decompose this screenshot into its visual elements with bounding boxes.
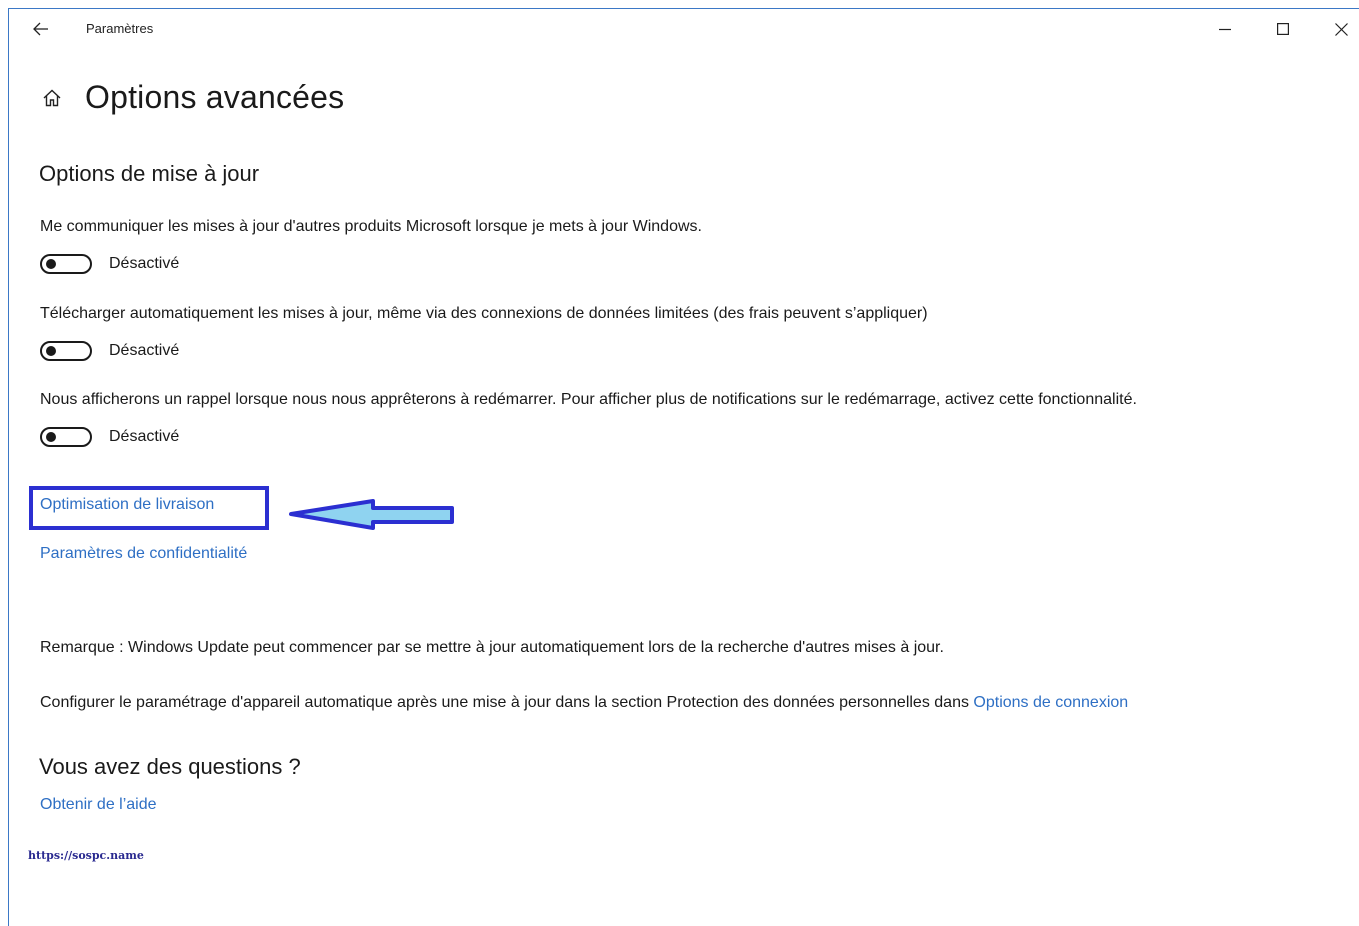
setting-other-products-toggle[interactable]: Désactivé	[40, 254, 179, 274]
maximize-button[interactable]	[1263, 15, 1303, 43]
window-title: Paramètres	[86, 21, 154, 36]
toggle-state-label: Désactivé	[109, 255, 180, 272]
settings-window: Paramètres Options avancées Options de m…	[8, 8, 1359, 926]
close-button[interactable]	[1321, 15, 1359, 43]
remark-text: Remarque : Windows Update peut commencer…	[40, 639, 944, 656]
home-icon[interactable]	[39, 85, 65, 111]
toggle-switch[interactable]	[40, 427, 92, 447]
toggle-switch[interactable]	[40, 341, 92, 361]
privacy-settings-link[interactable]: Paramètres de confidentialité	[40, 545, 247, 563]
toggle-state-label: Désactivé	[109, 428, 180, 445]
delivery-optimization-link[interactable]: Optimisation de livraison	[40, 496, 214, 514]
page-title: Options avancées	[85, 79, 345, 115]
minimize-button[interactable]	[1205, 15, 1245, 43]
title-bar: Paramètres	[9, 9, 1359, 49]
setting-restart-reminder-description: Nous afficherons un rappel lorsque nous …	[40, 391, 1137, 408]
maximize-icon	[1277, 23, 1289, 35]
toggle-knob	[46, 346, 56, 356]
page-header: Options avancées	[39, 79, 344, 116]
get-help-link[interactable]: Obtenir de l’aide	[40, 796, 157, 814]
annotation-arrow-icon	[289, 499, 454, 530]
back-button[interactable]	[27, 15, 55, 43]
toggle-state-label: Désactivé	[109, 342, 180, 359]
setting-other-products-description: Me communiquer les mises à jour d'autres…	[40, 218, 702, 235]
toggle-knob	[46, 259, 56, 269]
toggle-knob	[46, 432, 56, 442]
configure-note-text: Configurer le paramétrage d'appareil aut…	[40, 694, 974, 711]
setting-metered-download-toggle[interactable]: Désactivé	[40, 341, 179, 361]
setting-metered-download-description: Télécharger automatiquement les mises à …	[40, 305, 928, 322]
back-arrow-icon	[33, 22, 48, 36]
close-icon	[1334, 22, 1348, 36]
setting-restart-reminder-toggle[interactable]: Désactivé	[40, 427, 179, 447]
watermark-text: https://sospc.name	[28, 849, 144, 862]
configure-note: Configurer le paramétrage d'appareil aut…	[40, 694, 1128, 712]
update-options-heading: Options de mise à jour	[39, 161, 260, 186]
toggle-switch[interactable]	[40, 254, 92, 274]
sign-in-options-link[interactable]: Options de connexion	[973, 694, 1128, 711]
minimize-icon	[1219, 28, 1231, 31]
questions-heading: Vous avez des questions ?	[39, 754, 301, 779]
